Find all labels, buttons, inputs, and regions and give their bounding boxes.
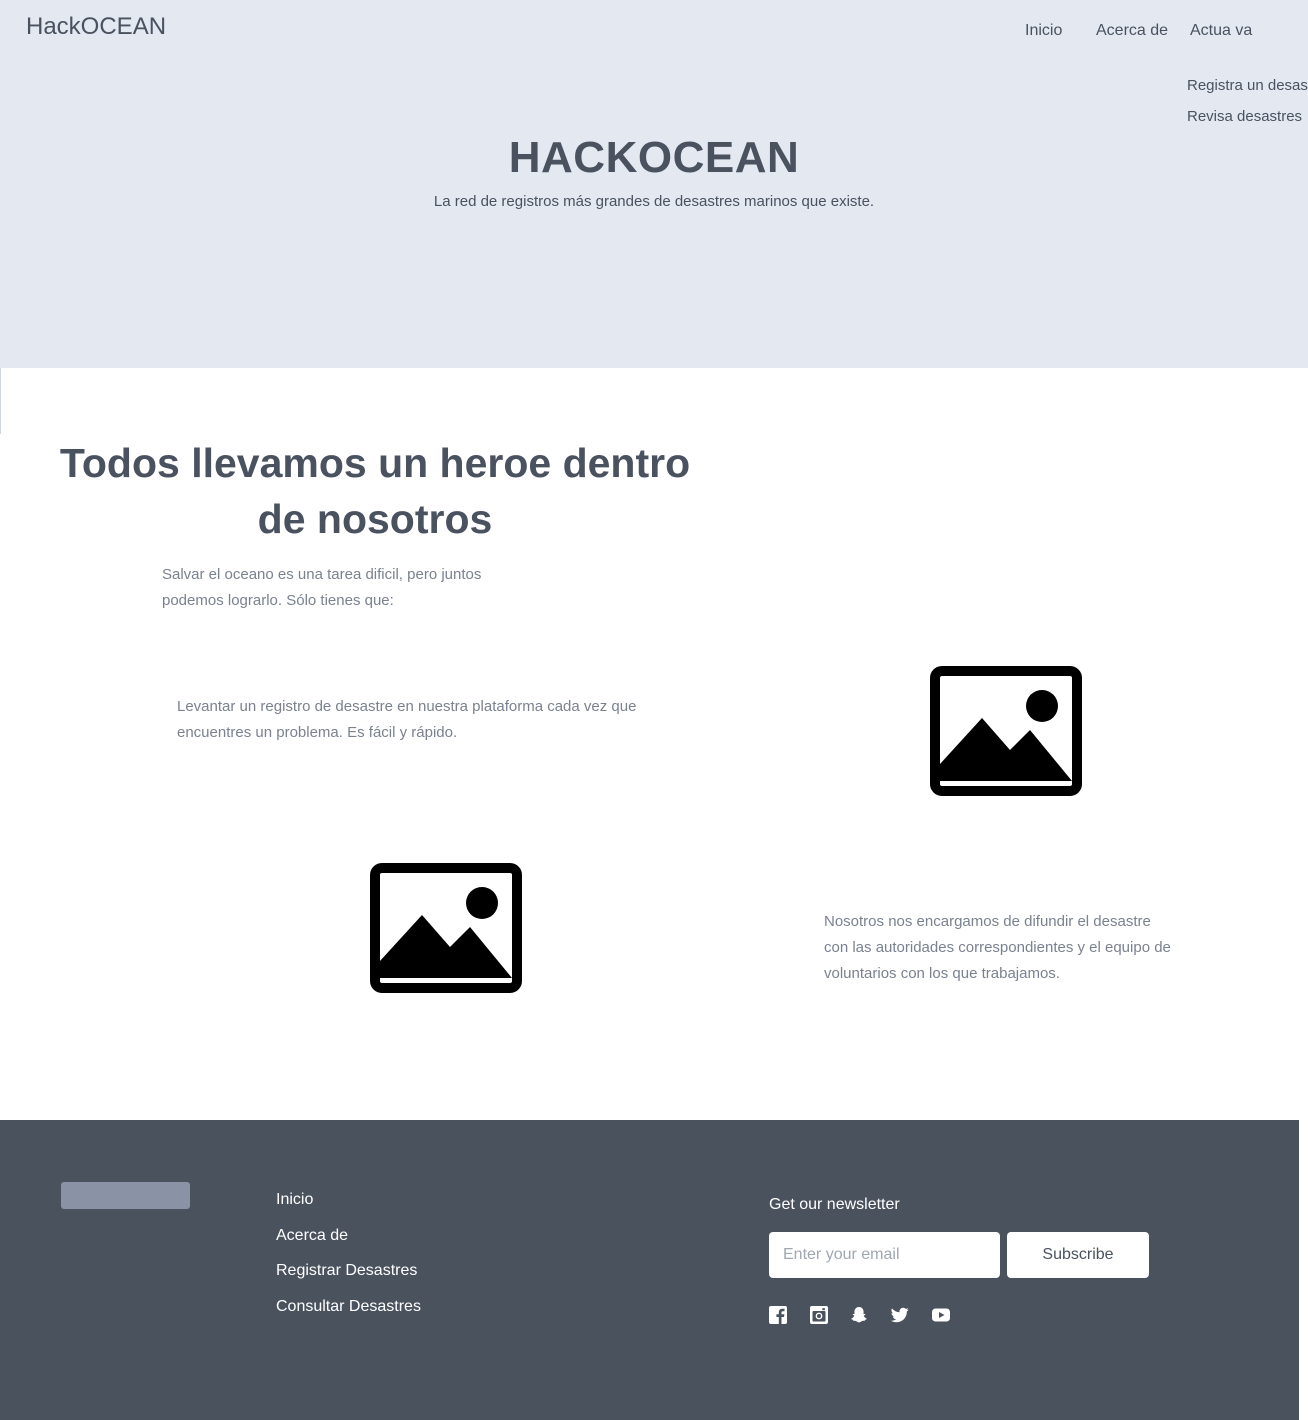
footer-link-consultar[interactable]: Consultar Desastres [276, 1289, 421, 1325]
hero-section: HackOCEAN Inicio Acerca de Actua va Regi… [0, 0, 1308, 368]
footer-link-inicio[interactable]: Inicio [276, 1182, 421, 1218]
image-placeholder-icon [930, 666, 1082, 796]
hero-subtitle: La red de registros más grandes de desas… [433, 193, 875, 210]
instagram-icon[interactable] [810, 1306, 828, 1324]
youtube-icon[interactable] [931, 1306, 951, 1324]
footer-link-registrar[interactable]: Registrar Desastres [276, 1253, 421, 1289]
dropdown-item-revisa[interactable]: Revisa desastres [1187, 101, 1308, 132]
step-register-text: Levantar un registro de desastre en nues… [177, 698, 637, 741]
dropdown-item-registra[interactable]: Registra un desastre [1187, 70, 1308, 101]
image-placeholder-icon [370, 863, 522, 993]
intro-text: Salvar el oceano es una tarea dificil, p… [162, 566, 482, 609]
footer-nav: Inicio Acerca de Registrar Desastres Con… [276, 1182, 421, 1324]
section-title: Todos llevamos un heroe dentro de nosotr… [59, 440, 691, 542]
nav-acerca-de[interactable]: Acerca de [1096, 22, 1168, 40]
twitter-icon[interactable] [890, 1306, 909, 1324]
step-spread-text: Nosotros nos encargamos de difundir el d… [824, 913, 1171, 982]
footer: Inicio Acerca de Registrar Desastres Con… [0, 1120, 1299, 1420]
nav-actua[interactable]: Actua va [1190, 22, 1252, 40]
snapchat-icon[interactable] [850, 1306, 868, 1324]
email-field[interactable] [769, 1232, 1000, 1278]
hero-title: HACKOCEAN [508, 133, 800, 182]
footer-logo [61, 1182, 190, 1209]
facebook-icon[interactable] [769, 1306, 787, 1324]
brand-logo[interactable]: HackOCEAN [26, 13, 166, 41]
divider [0, 368, 1, 434]
footer-link-acerca[interactable]: Acerca de [276, 1218, 421, 1254]
newsletter-label: Get our newsletter [769, 1196, 900, 1213]
subscribe-button[interactable]: Subscribe [1007, 1232, 1149, 1278]
nav-inicio[interactable]: Inicio [1025, 22, 1062, 40]
nav-dropdown-menu: Registra un desastre Revisa desastres [1187, 70, 1308, 132]
